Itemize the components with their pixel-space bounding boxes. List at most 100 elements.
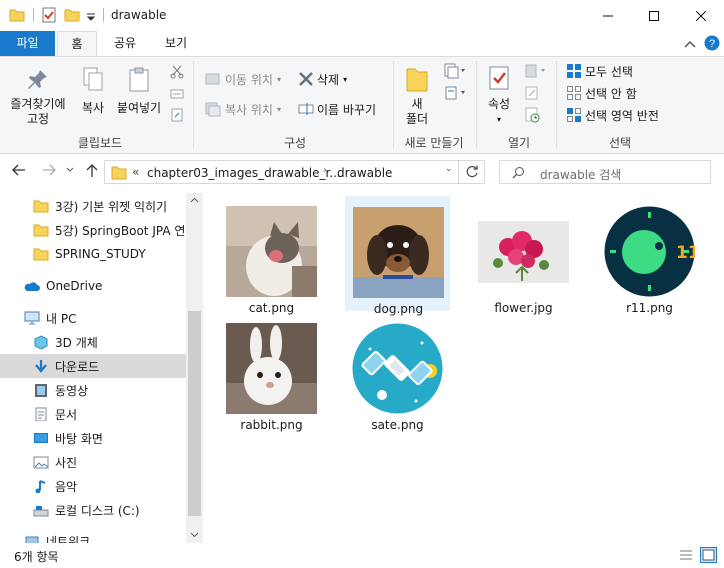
nav-item-folder[interactable]: 3강) 기본 위젯 익히기 <box>0 194 186 218</box>
search-input[interactable]: drawable 검색 <box>499 160 711 184</box>
nav-item-onedrive[interactable]: OneDrive <box>0 274 186 298</box>
delete-button[interactable]: 삭제 ▾ <box>298 69 347 89</box>
select-none-button[interactable]: 선택 안 함 <box>566 83 637 103</box>
nav-item-local-disk[interactable]: 로컬 디스크 (C:) <box>0 498 186 522</box>
easy-access-icon[interactable] <box>444 85 466 101</box>
ribbon: 즐겨찾기에 고정 복사 붙여넣기 클립보드 이동 위치 ▾ 삭제 ▾ 복사 위치… <box>0 56 724 154</box>
divider <box>476 61 477 149</box>
nav-item-network[interactable]: 네트워크 <box>0 529 186 543</box>
nav-item-folder[interactable]: 5강) SpringBoot JPA 연동 <box>0 218 186 242</box>
scrollbar-thumb[interactable] <box>188 311 201 516</box>
minimize-button[interactable] <box>585 0 631 31</box>
search-placeholder: drawable 검색 <box>540 168 622 182</box>
close-button[interactable] <box>678 0 724 31</box>
recent-locations-button[interactable] <box>66 164 74 180</box>
music-icon <box>35 480 46 493</box>
breadcrumb-separator-icon[interactable]: › <box>323 165 327 176</box>
delete-label: 삭제 <box>317 72 340 87</box>
status-bar: 6개 항목 <box>0 543 724 568</box>
file-tile[interactable]: sate.png <box>345 313 450 432</box>
customize-dropdown-icon[interactable] <box>86 7 96 23</box>
nav-item-label: 다운로드 <box>55 359 100 374</box>
nav-item-label: 동영상 <box>55 383 89 398</box>
nav-item-music[interactable]: 음악 <box>0 474 186 498</box>
up-button[interactable] <box>86 164 98 182</box>
details-view-icon[interactable] <box>678 548 694 562</box>
nav-item-label: SPRING_STUDY <box>55 247 146 261</box>
copy-button[interactable]: 복사 <box>76 67 110 116</box>
breadcrumb-segment[interactable]: drawable <box>337 166 392 180</box>
folder-icon <box>33 200 49 213</box>
svg-text:?: ? <box>709 38 715 50</box>
large-icons-view-icon[interactable] <box>700 547 717 563</box>
copy-icon <box>83 67 103 91</box>
open-icon[interactable] <box>524 63 546 79</box>
nav-scrollbar[interactable] <box>186 193 203 543</box>
address-history-dropdown[interactable]: ⌄ <box>445 164 453 174</box>
move-to-button[interactable]: 이동 위치 ▾ <box>204 69 281 89</box>
file-tile[interactable]: flower.jpg <box>471 196 576 315</box>
paste-shortcut-icon[interactable] <box>171 108 183 122</box>
collapse-ribbon-icon[interactable] <box>684 39 696 49</box>
nav-item-3d-objects[interactable]: 3D 개체 <box>0 330 186 354</box>
new-folder-quick-icon[interactable] <box>64 7 80 23</box>
scroll-up-icon[interactable] <box>190 197 199 203</box>
network-icon <box>25 536 39 543</box>
invert-selection-button[interactable]: 선택 영역 반전 <box>566 105 659 125</box>
window-title: drawable <box>111 8 167 22</box>
tab-home[interactable]: 홈 <box>57 31 97 57</box>
cut-icon[interactable] <box>170 65 184 79</box>
file-tile[interactable]: rabbit.png <box>219 313 324 432</box>
breadcrumb-overflow[interactable]: « <box>132 165 139 179</box>
file-name: flower.jpg <box>494 301 553 315</box>
address-bar[interactable]: « chapter03_images_drawable_r... › drawa… <box>104 160 459 184</box>
edit-icon[interactable] <box>524 85 540 101</box>
file-tile[interactable]: 11 r11.png <box>597 196 702 315</box>
help-icon[interactable]: ? <box>704 35 720 51</box>
select-all-button[interactable]: 모두 선택 <box>566 61 633 81</box>
dropdown-arrow-icon: ▾ <box>276 74 281 84</box>
tab-file[interactable]: 파일 <box>0 31 55 56</box>
file-tile[interactable]: cat.png <box>219 196 324 315</box>
back-button[interactable] <box>12 164 26 180</box>
nav-item-videos[interactable]: 동영상 <box>0 378 186 402</box>
paste-label: 붙여넣기 <box>116 101 162 115</box>
properties-quick-icon[interactable] <box>41 7 57 23</box>
nav-item-folder[interactable]: SPRING_STUDY <box>0 242 186 266</box>
nav-item-label: 5강) SpringBoot JPA 연동 <box>55 223 186 238</box>
rename-label: 이름 바꾸기 <box>317 102 377 117</box>
desktop-icon <box>34 433 48 443</box>
history-icon[interactable] <box>524 107 540 123</box>
rename-button[interactable]: 이름 바꾸기 <box>298 99 376 119</box>
folder-icon <box>33 224 49 237</box>
file-name: sate.png <box>371 418 424 432</box>
nav-item-pictures[interactable]: 사진 <box>0 450 186 474</box>
breadcrumb-segment[interactable]: chapter03_images_drawable_r... <box>147 166 341 180</box>
paste-button[interactable]: 붙여넣기 <box>114 67 164 116</box>
forward-button[interactable] <box>42 164 56 180</box>
new-item-icon[interactable] <box>444 63 466 79</box>
nav-item-this-pc[interactable]: 내 PC <box>0 306 186 330</box>
tab-view[interactable]: 보기 <box>157 31 195 56</box>
pin-to-quick-access-button[interactable]: 즐겨찾기에 고정 <box>8 67 68 127</box>
minimize-icon <box>603 15 613 16</box>
select-group-label: 선택 <box>608 136 632 150</box>
nav-item-label: 바탕 화면 <box>55 431 103 446</box>
file-tile-selected[interactable]: dog.png <box>345 196 450 316</box>
refresh-button[interactable] <box>459 160 485 184</box>
copy-path-icon[interactable] <box>170 88 184 100</box>
nav-item-documents[interactable]: 문서 <box>0 402 186 426</box>
chevron-down-icon <box>66 167 74 172</box>
new-folder-button[interactable]: 새 폴더 <box>400 65 434 127</box>
file-thumbnail <box>226 206 317 297</box>
nav-item-downloads[interactable]: 다운로드 <box>0 354 186 378</box>
tab-share[interactable]: 공유 <box>106 31 144 56</box>
rabbit-thumbnail-icon <box>226 323 317 414</box>
copy-to-button[interactable]: 복사 위치 ▾ <box>204 99 281 119</box>
properties-button[interactable]: 속성 ▾ <box>480 65 518 127</box>
nav-item-desktop[interactable]: 바탕 화면 <box>0 426 186 450</box>
move-to-icon <box>205 73 220 85</box>
scroll-down-icon[interactable] <box>190 532 199 538</box>
maximize-button[interactable] <box>631 0 677 31</box>
pin-icon <box>28 70 47 89</box>
